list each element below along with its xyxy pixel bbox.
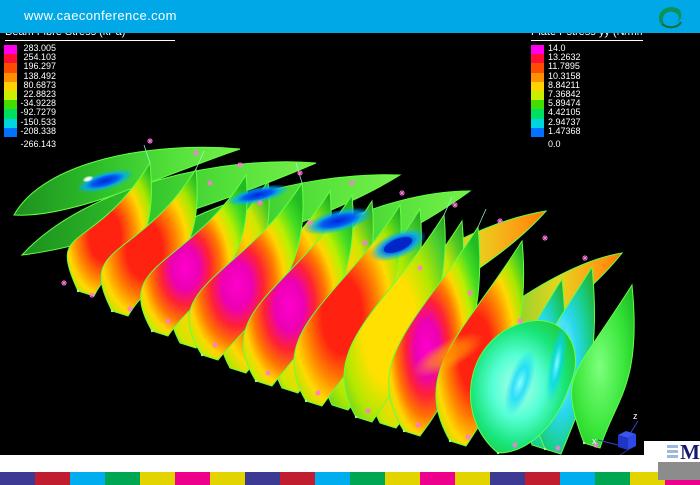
conference-url: www.caeconference.com	[24, 8, 177, 23]
color-square	[175, 472, 210, 485]
gray-block	[658, 462, 700, 480]
color-square	[385, 472, 420, 485]
color-square	[140, 472, 175, 485]
axis-label-x: x	[592, 436, 597, 446]
fea-model	[14, 147, 634, 454]
color-square	[35, 472, 70, 485]
color-square	[560, 472, 595, 485]
colorbar-segment	[531, 119, 544, 128]
colorbar-segment	[531, 63, 544, 72]
application-window: www.caeconference.com Beam Fibre Stress …	[0, 0, 700, 485]
colorbar-segment	[531, 54, 544, 63]
color-squares-strip	[0, 472, 700, 485]
color-square	[0, 472, 35, 485]
legend-colorbar-right	[531, 45, 544, 137]
logo-bars-icon	[667, 443, 678, 460]
axis-label-z: z	[633, 411, 638, 421]
colorbar-segment	[531, 45, 544, 54]
color-square	[105, 472, 140, 485]
color-square	[245, 472, 280, 485]
color-square	[315, 472, 350, 485]
brand-logo: M	[644, 441, 700, 462]
colorbar-segment	[531, 91, 544, 100]
swirl-logo-icon	[650, 2, 692, 37]
color-square	[210, 472, 245, 485]
color-square	[350, 472, 385, 485]
header-bar: www.caeconference.com	[0, 0, 700, 33]
color-square	[525, 472, 560, 485]
color-square	[490, 472, 525, 485]
color-square	[595, 472, 630, 485]
colorbar-segment	[531, 128, 544, 137]
colorbar-segment	[531, 100, 544, 109]
legend-value: 0.0	[548, 140, 603, 149]
color-square	[455, 472, 490, 485]
color-square	[420, 472, 455, 485]
legend-value: 1.47368	[548, 127, 603, 136]
logo-letter: M	[680, 442, 700, 462]
color-square	[70, 472, 105, 485]
colorbar-segment	[531, 73, 544, 82]
colorbar-segment	[531, 109, 544, 118]
legend-value: -208.338	[6, 127, 56, 136]
colorbar-segment	[531, 82, 544, 91]
legend-value: -266.143	[6, 140, 56, 149]
color-square	[280, 472, 315, 485]
